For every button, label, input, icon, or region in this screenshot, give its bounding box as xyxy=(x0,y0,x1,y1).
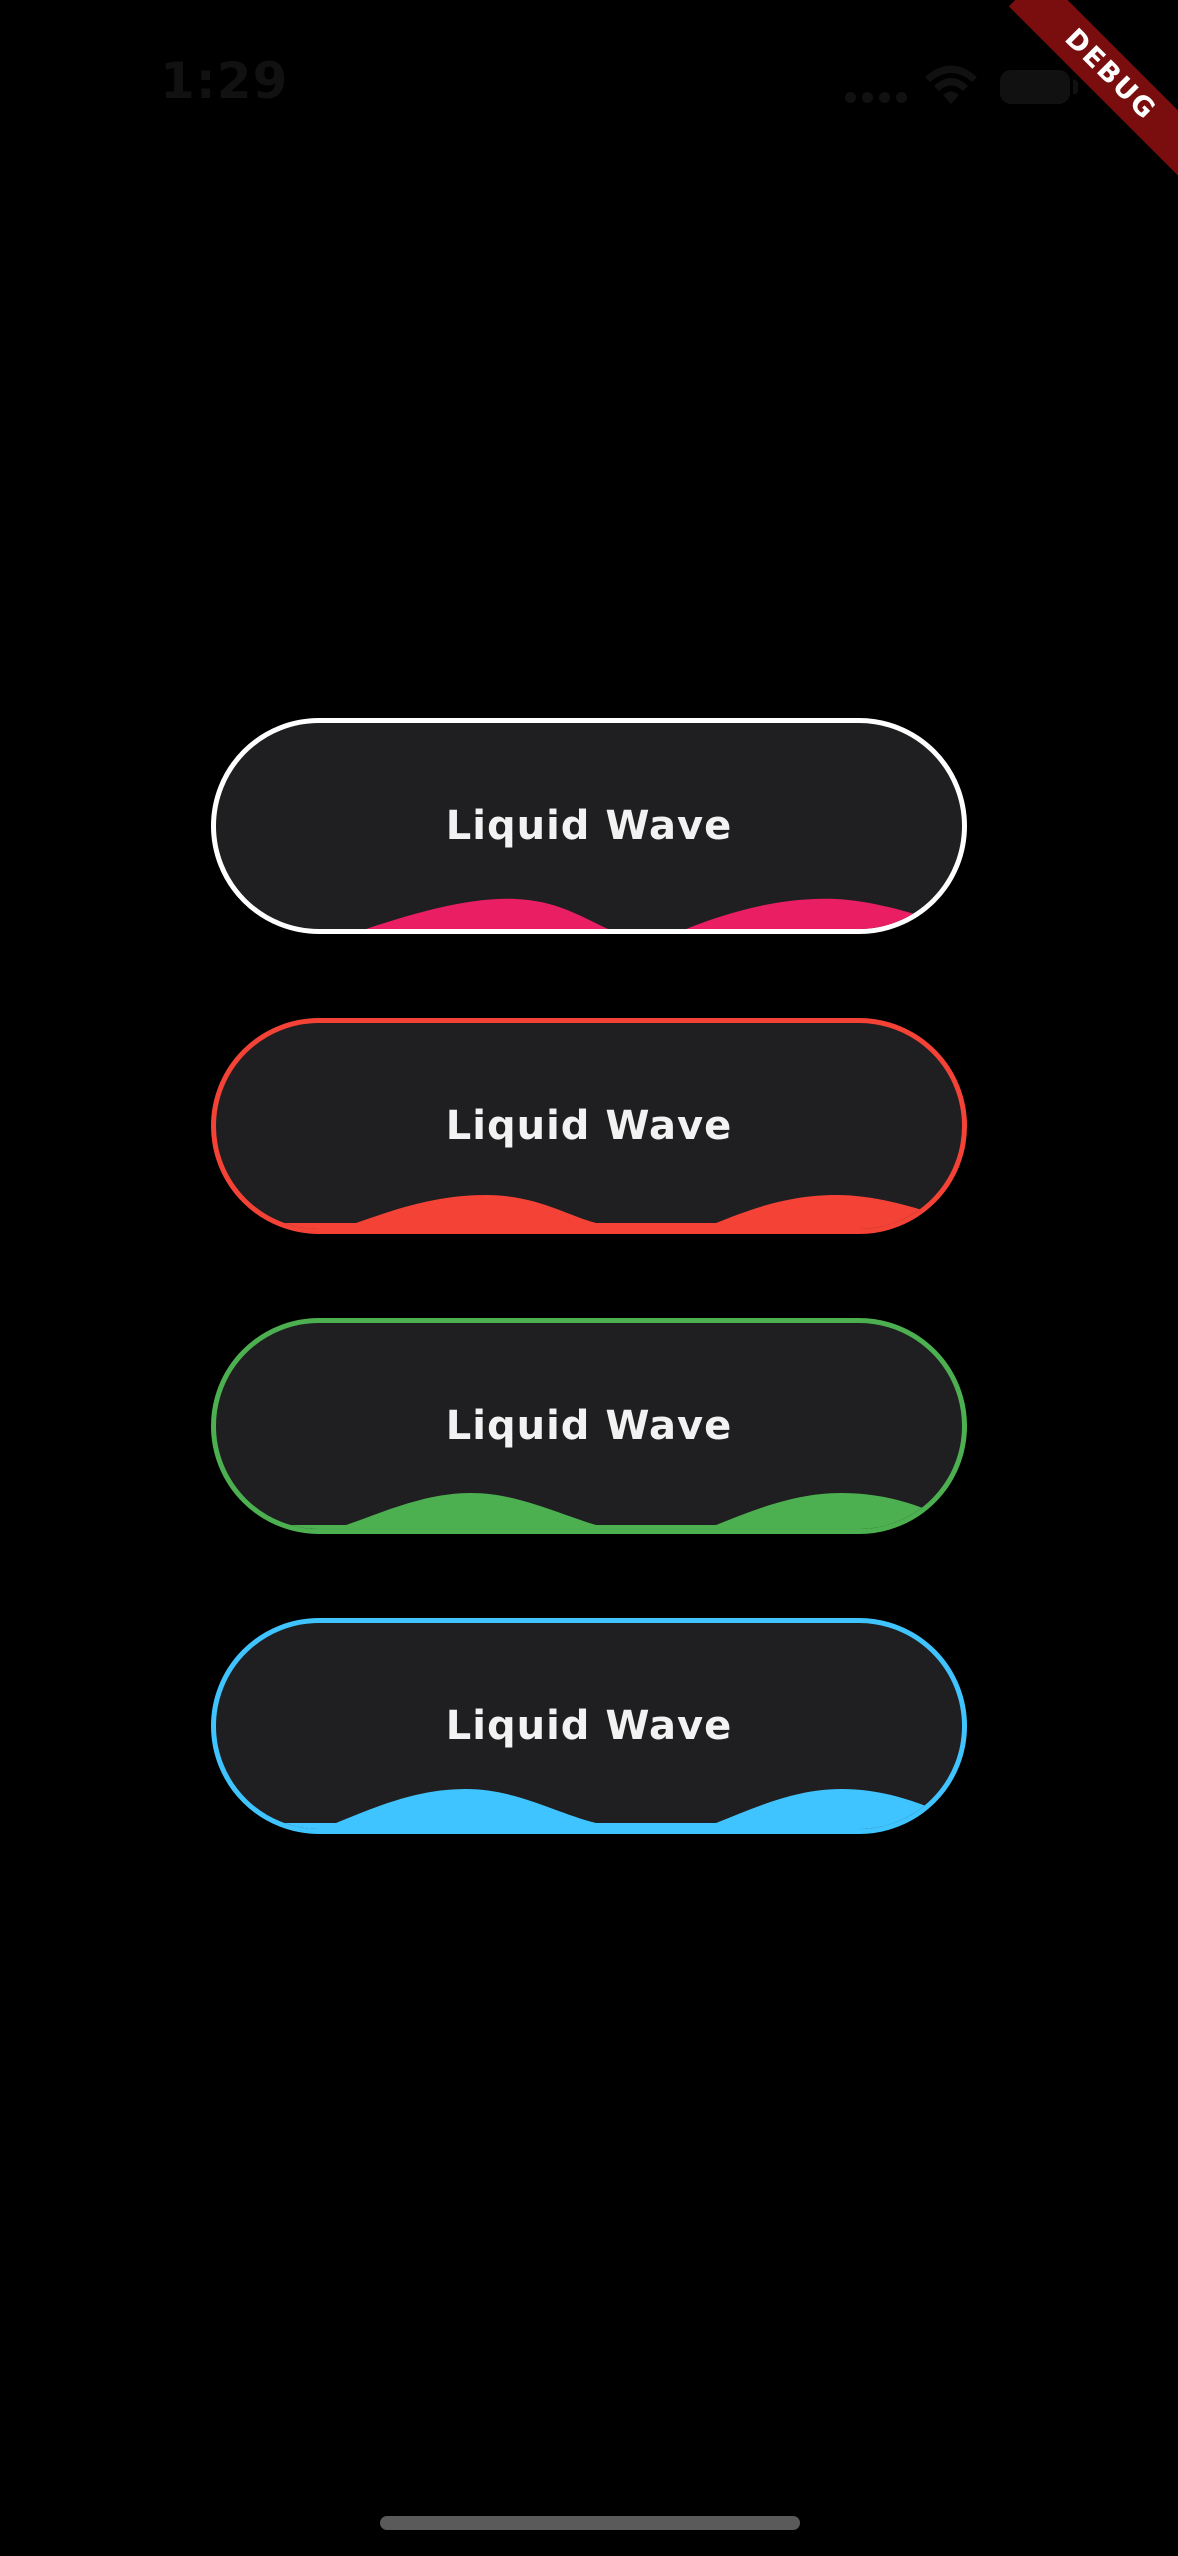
wifi-icon xyxy=(925,65,977,104)
button-label: Liquid Wave xyxy=(445,1403,733,1449)
button-label: Liquid Wave xyxy=(445,1103,733,1149)
home-indicator[interactable] xyxy=(380,2516,800,2530)
liquid-wave-button-green[interactable]: Liquid Wave xyxy=(211,1318,967,1534)
button-label: Liquid Wave xyxy=(445,803,733,849)
liquid-wave-button-red[interactable]: Liquid Wave xyxy=(211,1018,967,1234)
status-bar: 1:29 xyxy=(0,0,1178,180)
liquid-wave-button-white[interactable]: Liquid Wave xyxy=(211,718,967,934)
battery-tip xyxy=(1073,80,1078,94)
button-label: Liquid Wave xyxy=(445,1703,733,1749)
liquid-wave-button-blue[interactable]: Liquid Wave xyxy=(211,1618,967,1834)
battery-icon xyxy=(1000,70,1070,104)
cellular-signal-icon xyxy=(845,92,907,103)
status-time: 1:29 xyxy=(160,52,289,110)
